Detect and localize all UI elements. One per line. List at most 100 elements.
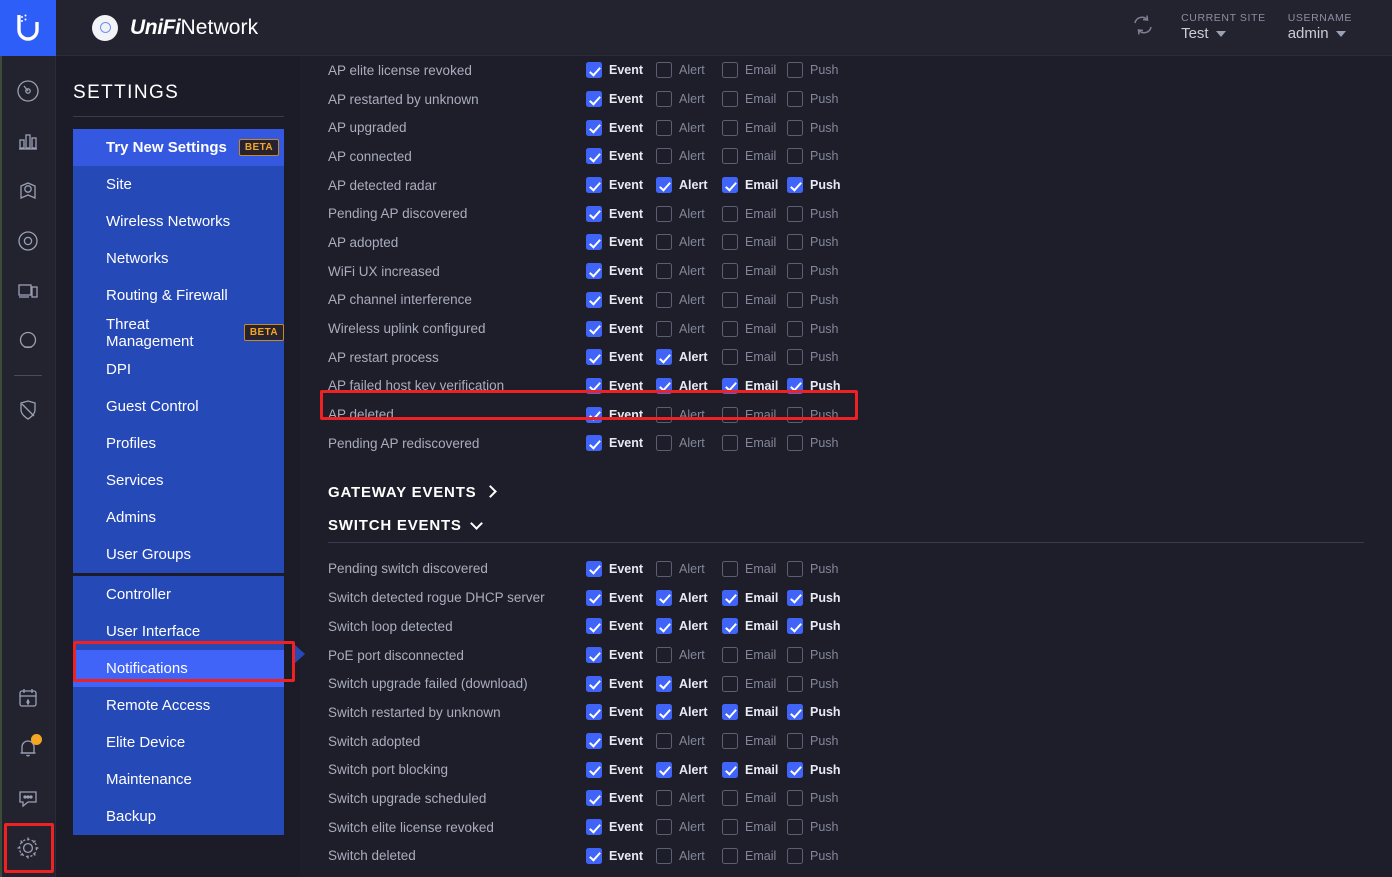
empty-checkbox-icon[interactable] <box>722 733 738 750</box>
empty-checkbox-icon[interactable] <box>722 291 738 308</box>
empty-checkbox-icon[interactable] <box>722 819 738 836</box>
checkmark-icon[interactable] <box>586 790 602 807</box>
checkbox-event[interactable]: Event <box>586 62 656 79</box>
empty-checkbox-icon[interactable] <box>722 205 738 222</box>
empty-checkbox-icon[interactable] <box>787 205 803 222</box>
checkbox-email[interactable]: Email <box>722 91 787 108</box>
checkbox-alert[interactable]: Alert <box>656 148 722 165</box>
checkmark-icon[interactable] <box>787 761 803 778</box>
checkbox-alert[interactable]: Alert <box>656 349 722 366</box>
statistics-icon[interactable] <box>0 116 56 166</box>
checkmark-icon[interactable] <box>722 589 738 606</box>
checkmark-icon[interactable] <box>722 377 738 394</box>
checkbox-event[interactable]: Event <box>586 377 656 394</box>
empty-checkbox-icon[interactable] <box>787 91 803 108</box>
empty-checkbox-icon[interactable] <box>787 119 803 136</box>
checkmark-icon[interactable] <box>586 847 602 864</box>
checkmark-icon[interactable] <box>656 589 672 606</box>
empty-checkbox-icon[interactable] <box>722 790 738 807</box>
checkbox-alert[interactable]: Alert <box>656 177 722 194</box>
checkmark-icon[interactable] <box>656 177 672 194</box>
sidebar-item-backup[interactable]: Backup <box>73 798 284 835</box>
sidebar-item-remote-access[interactable]: Remote Access <box>73 687 284 724</box>
checkmark-icon[interactable] <box>586 675 602 692</box>
checkbox-alert[interactable]: Alert <box>656 320 722 337</box>
checkbox-email[interactable]: Email <box>722 618 787 635</box>
empty-checkbox-icon[interactable] <box>787 560 803 577</box>
checkmark-icon[interactable] <box>586 320 602 337</box>
checkmark-icon[interactable] <box>586 119 602 136</box>
checkbox-email[interactable]: Email <box>722 291 787 308</box>
empty-checkbox-icon[interactable] <box>722 349 738 366</box>
checkbox-alert[interactable]: Alert <box>656 435 722 452</box>
ubiquiti-logo[interactable] <box>0 0 56 56</box>
checkbox-alert[interactable]: Alert <box>656 790 722 807</box>
checkbox-alert[interactable]: Alert <box>656 62 722 79</box>
checkbox-email[interactable]: Email <box>722 234 787 251</box>
checkmark-icon[interactable] <box>586 148 602 165</box>
checkbox-email[interactable]: Email <box>722 435 787 452</box>
checkbox-event[interactable]: Event <box>586 177 656 194</box>
checkbox-push[interactable]: Push <box>787 377 847 394</box>
checkmark-icon[interactable] <box>722 177 738 194</box>
sidebar-item-networks[interactable]: Networks <box>73 240 284 277</box>
empty-checkbox-icon[interactable] <box>787 148 803 165</box>
empty-checkbox-icon[interactable] <box>787 62 803 79</box>
empty-checkbox-icon[interactable] <box>656 263 672 280</box>
empty-checkbox-icon[interactable] <box>656 234 672 251</box>
checkbox-push[interactable]: Push <box>787 435 847 452</box>
events-icon[interactable] <box>0 673 56 723</box>
checkmark-icon[interactable] <box>586 560 602 577</box>
sidebar-item-user-groups[interactable]: User Groups <box>73 536 284 573</box>
checkbox-email[interactable]: Email <box>722 263 787 280</box>
checkbox-push[interactable]: Push <box>787 733 847 750</box>
checkbox-push[interactable]: Push <box>787 790 847 807</box>
threats-icon[interactable] <box>0 385 56 435</box>
checkmark-icon[interactable] <box>787 177 803 194</box>
checkbox-event[interactable]: Event <box>586 761 656 778</box>
empty-checkbox-icon[interactable] <box>787 847 803 864</box>
empty-checkbox-icon[interactable] <box>656 560 672 577</box>
checkmark-icon[interactable] <box>787 618 803 635</box>
checkbox-push[interactable]: Push <box>787 675 847 692</box>
checkmark-icon[interactable] <box>656 761 672 778</box>
checkbox-alert[interactable]: Alert <box>656 847 722 864</box>
checkbox-event[interactable]: Event <box>586 91 656 108</box>
checkbox-push[interactable]: Push <box>787 291 847 308</box>
empty-checkbox-icon[interactable] <box>656 790 672 807</box>
empty-checkbox-icon[interactable] <box>787 733 803 750</box>
checkbox-push[interactable]: Push <box>787 320 847 337</box>
checkbox-email[interactable]: Email <box>722 790 787 807</box>
checkbox-email[interactable]: Email <box>722 647 787 664</box>
checkbox-email[interactable]: Email <box>722 733 787 750</box>
checkbox-alert[interactable]: Alert <box>656 406 722 423</box>
checkbox-email[interactable]: Email <box>722 761 787 778</box>
sidebar-item-try-new-settings[interactable]: Try New Settings BETA <box>73 129 284 166</box>
empty-checkbox-icon[interactable] <box>787 819 803 836</box>
sidebar-item-wireless-networks[interactable]: Wireless Networks <box>73 203 284 240</box>
sidebar-item-elite-device[interactable]: Elite Device <box>73 724 284 761</box>
checkbox-alert[interactable]: Alert <box>656 560 722 577</box>
username-menu[interactable]: USERNAME admin <box>1288 12 1352 44</box>
empty-checkbox-icon[interactable] <box>787 234 803 251</box>
checkbox-email[interactable]: Email <box>722 819 787 836</box>
checkbox-event[interactable]: Event <box>586 647 656 664</box>
checkmark-icon[interactable] <box>787 377 803 394</box>
checkmark-icon[interactable] <box>722 618 738 635</box>
checkmark-icon[interactable] <box>586 205 602 222</box>
clients-icon[interactable] <box>0 266 56 316</box>
checkmark-icon[interactable] <box>586 406 602 423</box>
checkbox-email[interactable]: Email <box>722 119 787 136</box>
checkbox-alert[interactable]: Alert <box>656 119 722 136</box>
chat-icon[interactable] <box>0 773 56 823</box>
checkbox-alert[interactable]: Alert <box>656 761 722 778</box>
checkmark-icon[interactable] <box>586 349 602 366</box>
sidebar-item-site[interactable]: Site <box>73 166 284 203</box>
empty-checkbox-icon[interactable] <box>787 291 803 308</box>
checkmark-icon[interactable] <box>656 377 672 394</box>
empty-checkbox-icon[interactable] <box>722 675 738 692</box>
checkmark-icon[interactable] <box>586 91 602 108</box>
empty-checkbox-icon[interactable] <box>656 62 672 79</box>
checkbox-event[interactable]: Event <box>586 704 656 721</box>
empty-checkbox-icon[interactable] <box>656 91 672 108</box>
